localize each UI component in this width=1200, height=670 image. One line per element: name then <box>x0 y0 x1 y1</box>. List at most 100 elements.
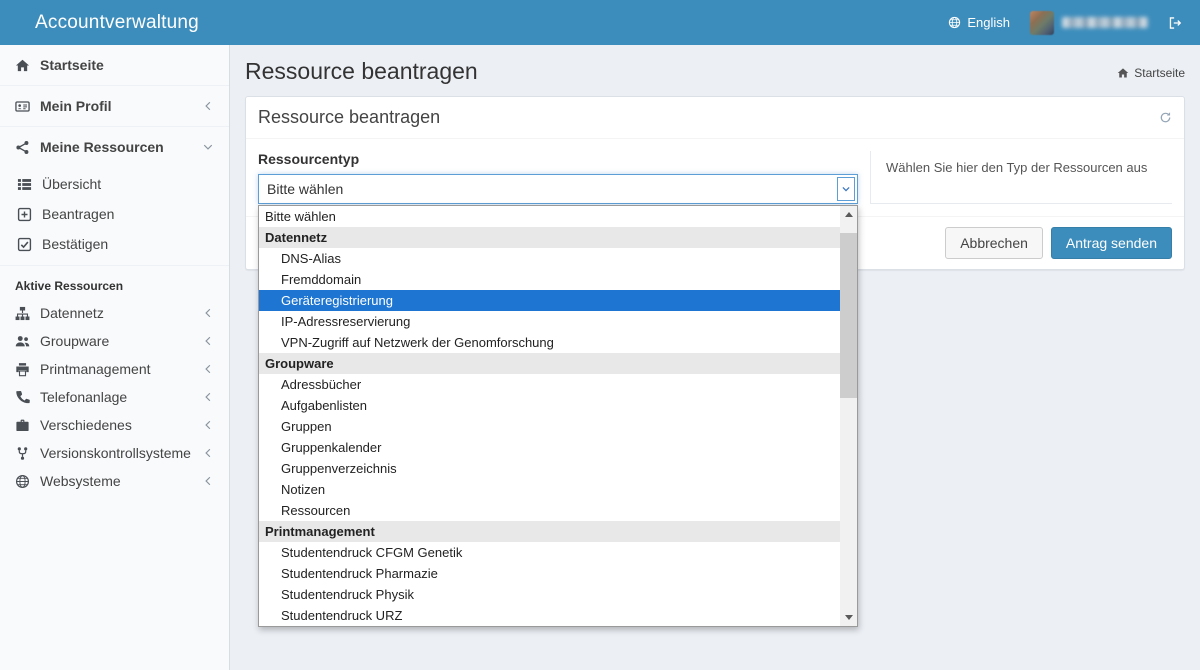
chevron-left-icon <box>202 363 214 375</box>
code-fork-icon <box>15 446 30 461</box>
app-title: Accountverwaltung <box>35 12 199 34</box>
home-icon <box>15 58 30 73</box>
sidebar-item-label: Datennetz <box>40 305 104 321</box>
sidebar-item-label: Mein Profil <box>40 98 112 114</box>
dropdown-option[interactable]: Fremddomain <box>259 269 840 290</box>
sidebar-submenu-meine-ressourcen: Übersicht Beantragen Bestätigen <box>0 167 229 266</box>
sidebar-item-printmanagement[interactable]: Printmanagement <box>0 355 229 383</box>
sidebar-item-label: Meine Ressourcen <box>40 139 164 155</box>
sidebar-item-uebersicht[interactable]: Übersicht <box>0 169 229 199</box>
chevron-left-icon <box>202 307 214 319</box>
select-caret <box>837 177 855 201</box>
dropdown-option-highlighted[interactable]: Geräteregistrierung <box>259 290 840 311</box>
sidebar-item-label: Printmanagement <box>40 361 151 377</box>
language-label: English <box>967 15 1010 30</box>
printer-icon <box>15 362 30 377</box>
chevron-left-icon <box>202 100 214 112</box>
card-header: Ressource beantragen <box>246 97 1184 139</box>
chevron-left-icon <box>202 419 214 431</box>
chevron-left-icon <box>202 475 214 487</box>
chevron-down-icon <box>202 141 214 153</box>
dropdown-group-header: Printmanagement <box>259 521 840 542</box>
avatar <box>1030 11 1054 35</box>
user-menu[interactable] <box>1030 11 1148 35</box>
sidebar-item-label: Groupware <box>40 333 109 349</box>
resource-type-select[interactable]: Bitte wählen <box>258 174 858 204</box>
dropdown-option[interactable]: DNS-Alias <box>259 248 840 269</box>
dropdown-option[interactable]: VPN-Zugriff auf Netzwerk der Genomforsch… <box>259 332 840 353</box>
sidebar: Startseite Mein Profil Meine Ressourcen <box>0 45 230 670</box>
sidebar-item-mein-profil[interactable]: Mein Profil <box>0 86 229 127</box>
sidebar-item-websysteme[interactable]: Websysteme <box>0 467 229 495</box>
cancel-button[interactable]: Abbrechen <box>945 227 1043 259</box>
sidebar-item-label: Übersicht <box>42 176 101 192</box>
dropdown-option[interactable]: Bitte wählen <box>259 206 840 227</box>
home-icon <box>1117 67 1129 79</box>
request-resource-card: Ressource beantragen Ressourcentyp Bitte… <box>245 96 1185 270</box>
sidebar-item-beantragen[interactable]: Beantragen <box>0 199 229 229</box>
scroll-down-arrow[interactable] <box>840 609 857 626</box>
sidebar-item-label: Beantragen <box>42 206 114 222</box>
submit-request-button[interactable]: Antrag senden <box>1051 227 1172 259</box>
refresh-button[interactable] <box>1159 111 1172 124</box>
dropdown-group-header: Groupware <box>259 353 840 374</box>
topbar-right: English <box>948 11 1182 35</box>
dropdown-scrollbar[interactable] <box>840 206 857 626</box>
sidebar-item-startseite[interactable]: Startseite <box>0 45 229 86</box>
select-value: Bitte wählen <box>259 181 835 197</box>
sidebar-item-bestaetigen[interactable]: Bestätigen <box>0 229 229 259</box>
id-card-icon <box>15 99 30 114</box>
content-header: Ressource beantragen Startseite <box>230 45 1200 96</box>
scrollbar-thumb[interactable] <box>840 233 857 398</box>
dropdown-option[interactable]: Gruppen <box>259 416 840 437</box>
language-switcher[interactable]: English <box>948 15 1010 30</box>
chevron-left-icon <box>202 335 214 347</box>
check-square-icon <box>17 237 32 252</box>
scrollbar-track[interactable] <box>840 223 857 609</box>
sidebar-item-verschiedenes[interactable]: Verschiedenes <box>0 411 229 439</box>
dropdown-option[interactable]: Ressourcen <box>259 500 840 521</box>
sidebar-item-datennetz[interactable]: Datennetz <box>0 299 229 327</box>
dropdown-option[interactable]: Studentendruck Physik <box>259 584 840 605</box>
main-content: Ressource beantragen Startseite Ressourc… <box>230 45 1200 670</box>
dropdown-option[interactable]: IP-Adressreservierung <box>259 311 840 332</box>
chevron-left-icon <box>202 391 214 403</box>
dropdown-option[interactable]: Aufgabenlisten <box>259 395 840 416</box>
topbar: Accountverwaltung English <box>0 0 1200 45</box>
resource-type-help-text: Wählen Sie hier den Typ der Ressourcen a… <box>870 151 1172 204</box>
dropdown-option[interactable]: Notizen <box>259 479 840 500</box>
sidebar-item-meine-ressourcen[interactable]: Meine Ressourcen <box>0 127 229 167</box>
sign-out-icon <box>1168 16 1182 30</box>
chevron-left-icon <box>202 447 214 459</box>
sidebar-item-label: Telefonanlage <box>40 389 127 405</box>
resource-type-select-wrap: Bitte wählen Bitte wählen Date <box>258 174 858 204</box>
sidebar-item-label: Bestätigen <box>42 236 108 252</box>
user-name-redacted <box>1062 17 1148 28</box>
form-column: Ressourcentyp Bitte wählen <box>258 151 858 204</box>
dropdown-option[interactable]: Studentendruck Pharmazie <box>259 563 840 584</box>
dropdown-option[interactable]: Studentendruck URZ <box>259 605 840 626</box>
dropdown-option[interactable]: Gruppenverzeichnis <box>259 458 840 479</box>
globe-icon <box>948 16 961 29</box>
dropdown-option[interactable]: Adressbücher <box>259 374 840 395</box>
list-icon <box>17 177 32 192</box>
sidebar-item-telefonanlage[interactable]: Telefonanlage <box>0 383 229 411</box>
sidebar-section-header: Aktive Ressourcen <box>0 266 229 299</box>
scroll-up-arrow[interactable] <box>840 206 857 223</box>
resource-type-label: Ressourcentyp <box>258 151 858 167</box>
page-title: Ressource beantragen <box>245 58 478 85</box>
sidebar-item-groupware[interactable]: Groupware <box>0 327 229 355</box>
share-icon <box>15 140 30 155</box>
globe-icon <box>15 474 30 489</box>
sitemap-icon <box>15 306 30 321</box>
sidebar-item-label: Versionskontrollsysteme <box>40 445 191 461</box>
sidebar-item-versionskontrollsysteme[interactable]: Versionskontrollsysteme <box>0 439 229 467</box>
refresh-icon <box>1159 111 1172 124</box>
logout-button[interactable] <box>1168 16 1182 30</box>
plus-square-icon <box>17 207 32 222</box>
breadcrumb[interactable]: Startseite <box>1117 66 1185 80</box>
dropdown-group-header: Datennetz <box>259 227 840 248</box>
chevron-down-icon <box>841 184 851 194</box>
dropdown-option[interactable]: Gruppenkalender <box>259 437 840 458</box>
dropdown-option[interactable]: Studentendruck CFGM Genetik <box>259 542 840 563</box>
